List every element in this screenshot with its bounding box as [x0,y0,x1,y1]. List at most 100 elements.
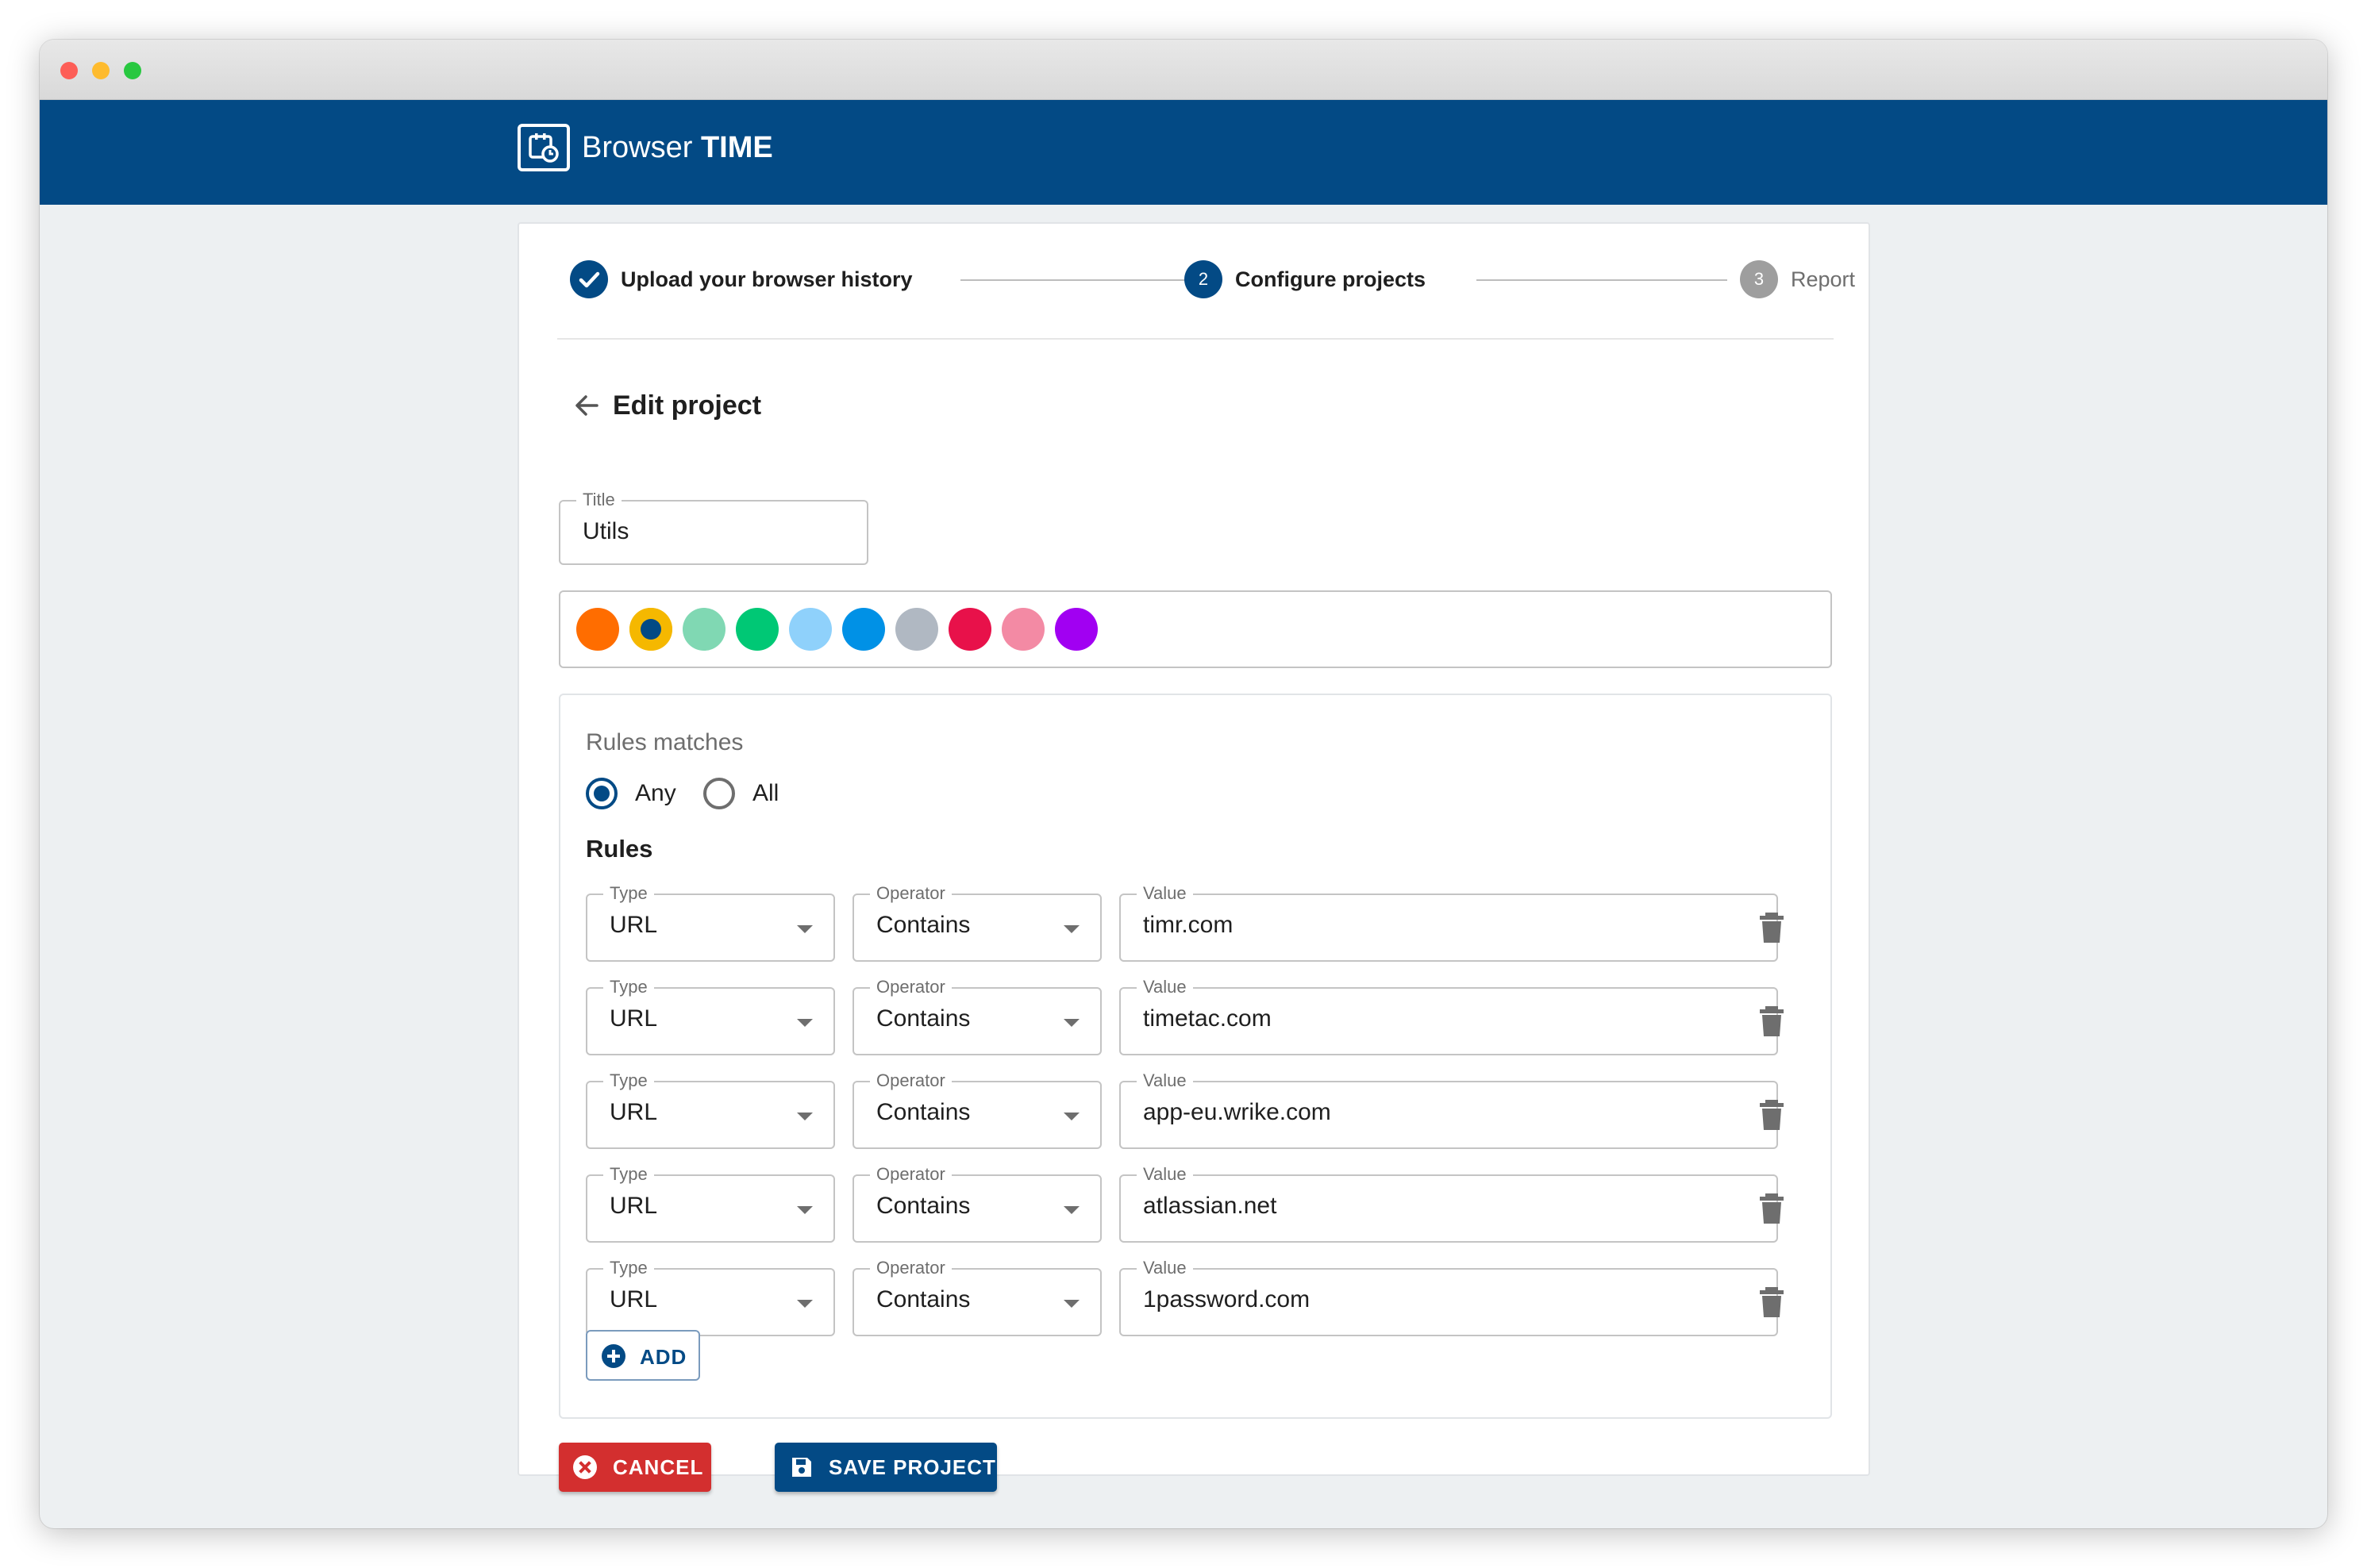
arrow-left-icon[interactable] [570,389,603,426]
chevron-down-icon [797,1206,813,1214]
radio-all[interactable] [703,778,735,809]
rules-panel: Rules matches Any All Rules Type URL Ope… [559,694,1832,1419]
minimize-window-button[interactable] [92,62,110,79]
add-rule-button[interactable]: ADD [586,1330,700,1381]
color-swatch[interactable] [629,608,672,651]
rule-value-input[interactable]: Value app-eu.wrike.com [1119,1070,1778,1149]
title-input-value: Utils [583,518,629,544]
rule-value-input[interactable]: Value timr.com [1119,882,1778,962]
rule-operator-value: Contains [876,912,971,938]
rule-type-value: URL [610,1193,658,1219]
trash-icon[interactable] [1756,1192,1788,1229]
rule-value-text: timr.com [1143,912,1234,938]
rule-operator-label: Operator [870,1070,952,1092]
radio-any-label[interactable]: Any [635,776,676,811]
color-swatch[interactable] [789,608,832,651]
color-swatch[interactable] [1055,608,1098,651]
title-input-label: Title [576,489,622,511]
add-circle-icon [602,1344,625,1368]
app-bar: Browser TIME [40,100,2327,205]
trash-icon[interactable] [1756,911,1788,948]
radio-any[interactable] [586,778,618,809]
rule-operator-select[interactable]: Operator Contains [853,1163,1102,1243]
trash-icon[interactable] [1756,1286,1788,1323]
rule-operator-value: Contains [876,1099,971,1125]
rule-operator-value: Contains [876,1286,971,1312]
color-swatch[interactable] [1002,608,1045,651]
chevron-down-icon [1064,1019,1080,1027]
save-floppy-icon [792,1458,811,1477]
rule-value-label: Value [1137,882,1193,905]
trash-icon[interactable] [1756,1005,1788,1042]
cancel-button[interactable]: CANCEL [559,1443,711,1492]
step-number-configure: 2 [1184,260,1222,298]
rule-value-label: Value [1137,1257,1193,1279]
rule-value-text: atlassian.net [1143,1193,1277,1219]
step-label-upload: Upload your browser history [621,267,913,291]
rule-operator-value: Contains [876,1193,971,1219]
cancel-circle-icon [573,1455,597,1479]
window-titlebar [40,40,2327,100]
rule-operator-select[interactable]: Operator Contains [853,1257,1102,1336]
main-card: Upload your browser history 2 Configure … [518,222,1870,1492]
chevron-down-icon [1064,1206,1080,1214]
save-project-button[interactable]: SAVE PROJECT [775,1443,997,1492]
rule-value-label: Value [1137,976,1193,998]
rule-type-value: URL [610,1005,658,1032]
rule-type-label: Type [603,1070,654,1092]
color-swatch[interactable] [895,608,938,651]
save-project-label: SAVE PROJECT [829,1455,996,1479]
rule-operator-label: Operator [870,882,952,905]
rule-operator-select[interactable]: Operator Contains [853,882,1102,962]
step-number-report: 3 [1740,260,1778,298]
stepper: Upload your browser history 2 Configure … [519,224,1869,340]
rule-type-select[interactable]: Type URL [586,976,835,1055]
color-swatch[interactable] [576,608,619,651]
trash-icon[interactable] [1756,1098,1788,1136]
maximize-window-button[interactable] [124,62,141,79]
rule-value-input[interactable]: Value timetac.com [1119,976,1778,1055]
chevron-down-icon [797,925,813,933]
rule-type-select[interactable]: Type URL [586,1257,835,1336]
rule-operator-select[interactable]: Operator Contains [853,976,1102,1055]
chevron-down-icon [1064,925,1080,933]
step-connector [1476,279,1727,281]
rule-type-select[interactable]: Type URL [586,1163,835,1243]
rules-matches-label: Rules matches [586,729,744,755]
rule-value-input[interactable]: Value 1password.com [1119,1257,1778,1336]
rule-operator-label: Operator [870,1163,952,1186]
radio-all-label[interactable]: All [752,776,779,811]
step-label-configure: Configure projects [1235,267,1426,291]
rule-type-label: Type [603,976,654,998]
title-input[interactable]: Title Utils [559,489,868,565]
rule-value-input[interactable]: Value atlassian.net [1119,1163,1778,1243]
rule-value-text: timetac.com [1143,1005,1272,1032]
browser-window: Browser TIME Upload your browser history… [40,40,2327,1528]
rule-type-value: URL [610,1099,658,1125]
rule-value-label: Value [1137,1070,1193,1092]
chevron-down-icon [1064,1300,1080,1308]
rule-type-value: URL [610,912,658,938]
close-window-button[interactable] [60,62,78,79]
rule-operator-value: Contains [876,1005,971,1032]
color-picker [559,590,1832,668]
rule-type-select[interactable]: Type URL [586,882,835,962]
rule-type-label: Type [603,1163,654,1186]
rule-operator-label: Operator [870,1257,952,1279]
step-completed-check-icon [570,260,608,298]
divider [557,338,1834,340]
step-label-report: Report [1791,267,1856,291]
rule-type-select[interactable]: Type URL [586,1070,835,1149]
color-swatch[interactable] [949,608,991,651]
color-swatch[interactable] [683,608,725,651]
color-swatch[interactable] [736,608,779,651]
color-swatch[interactable] [842,608,885,651]
rule-operator-label: Operator [870,976,952,998]
cancel-label: CANCEL [613,1455,704,1479]
chevron-down-icon [797,1113,813,1120]
chevron-down-icon [797,1019,813,1027]
rule-operator-select[interactable]: Operator Contains [853,1070,1102,1149]
chevron-down-icon [1064,1113,1080,1120]
app-title: Browser TIME [582,129,773,167]
app-title-bold: TIME [700,131,773,164]
